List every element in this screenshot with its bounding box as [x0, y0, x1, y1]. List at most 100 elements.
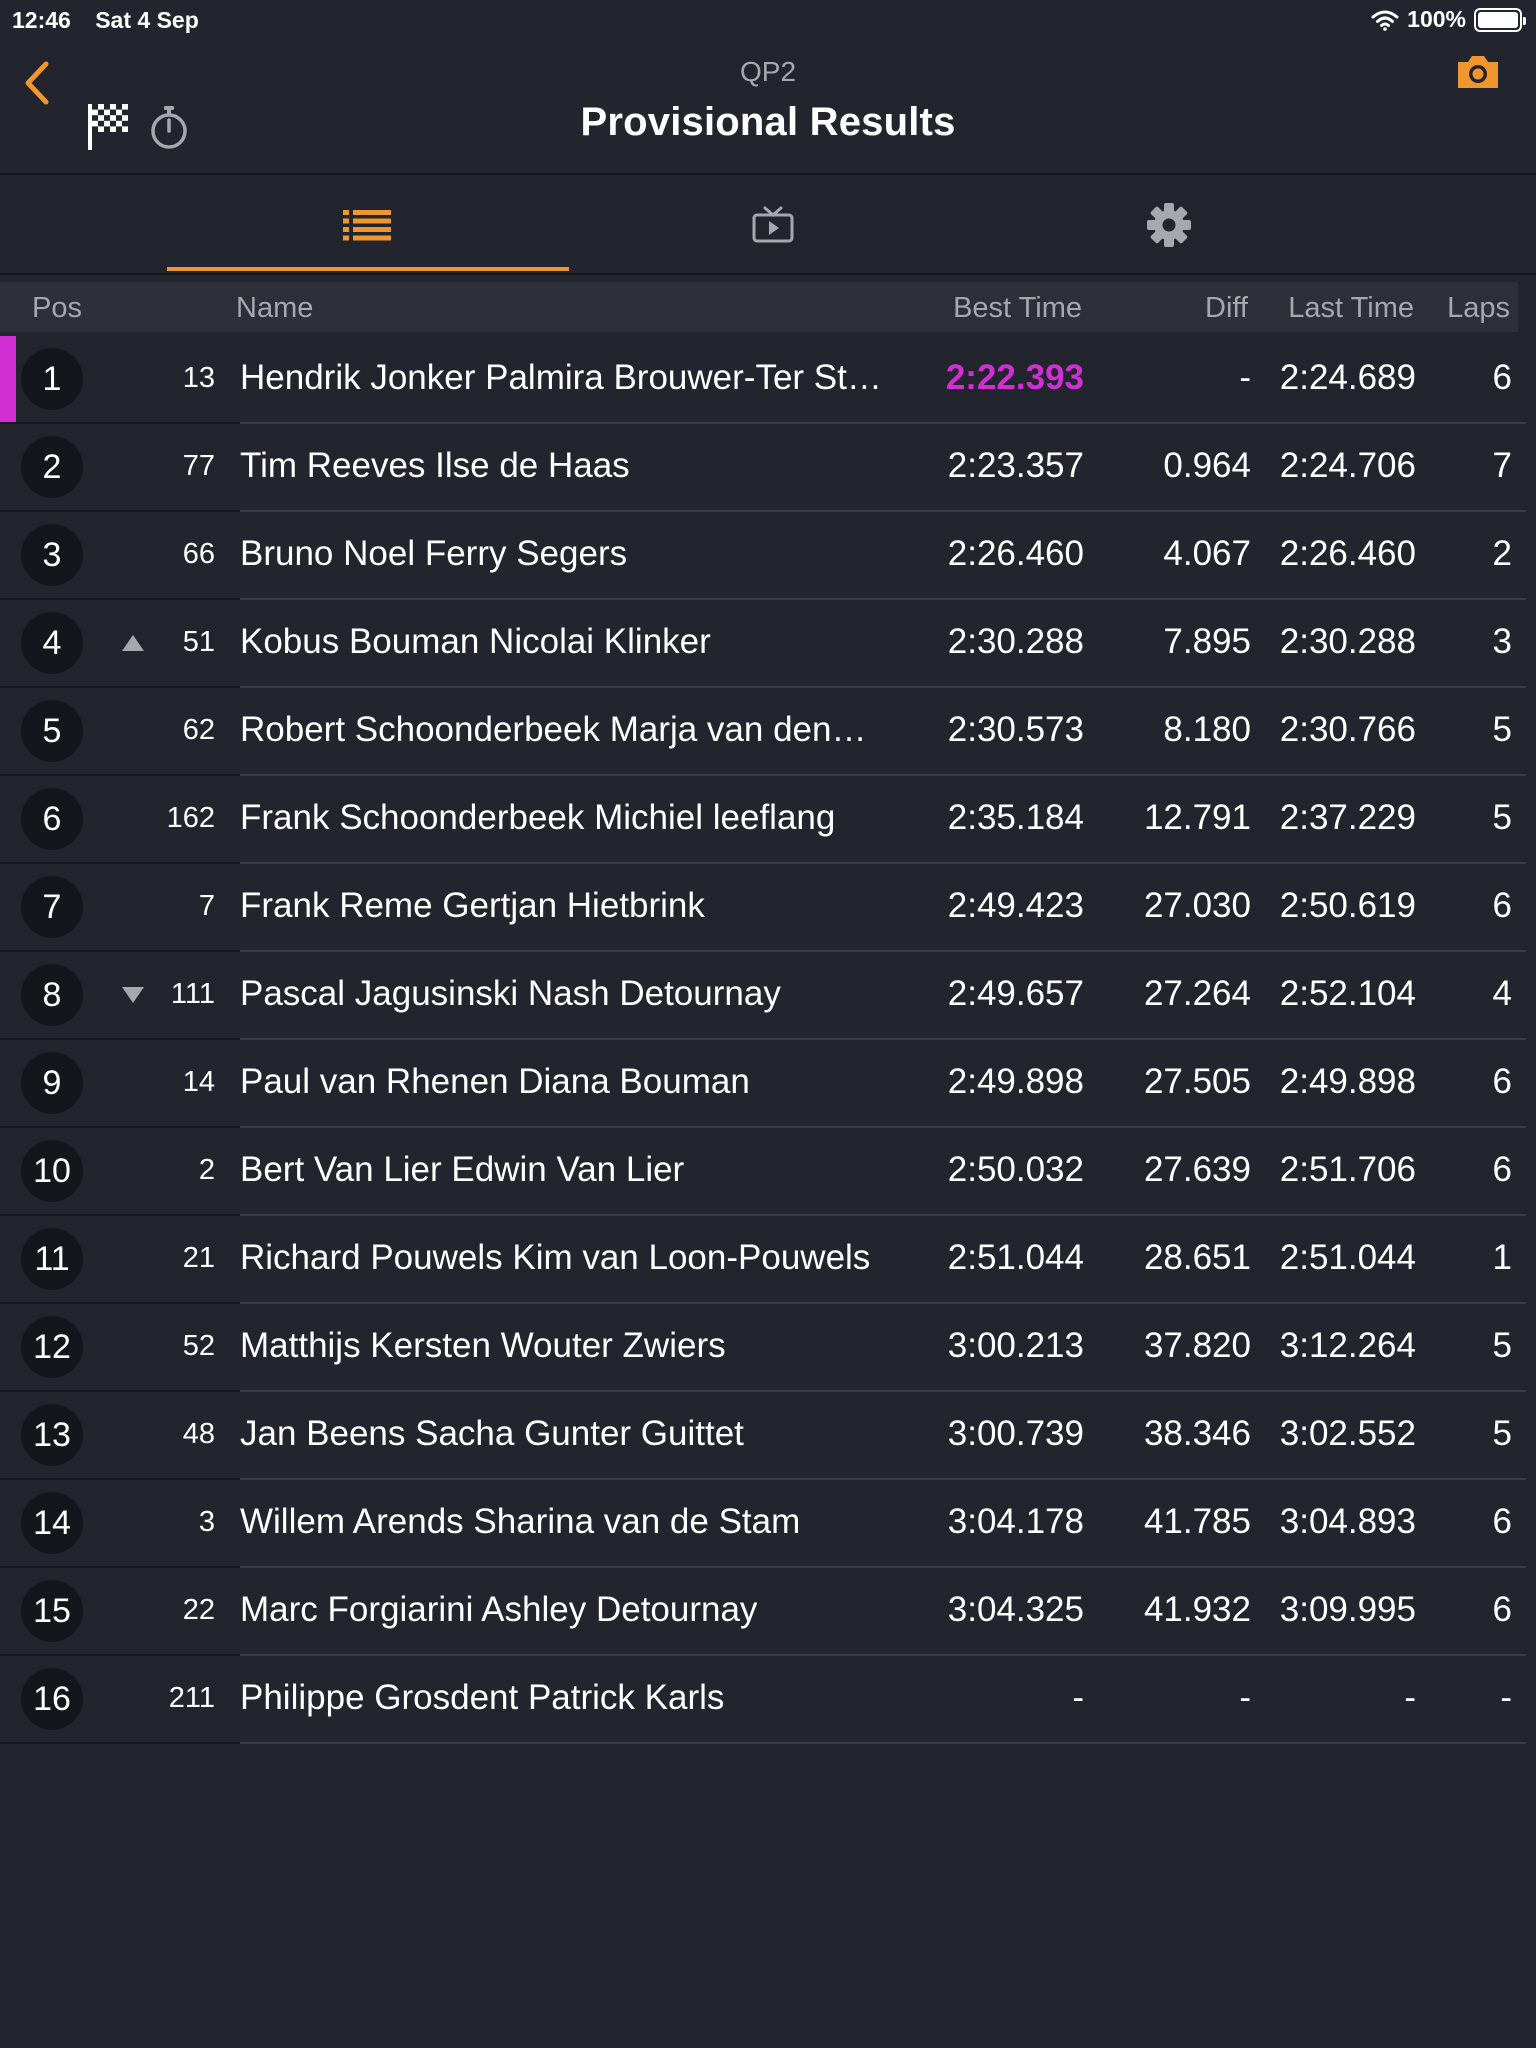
last-time: 2:37.229 [1279, 798, 1416, 837]
session-subtitle: QP2 [739, 56, 797, 87]
last-time: 2:24.689 [1279, 358, 1416, 397]
time-diff: - [1239, 358, 1251, 397]
status-left: 12:46 Sat 4 Sep [12, 7, 217, 34]
car-number: 2 [198, 1154, 215, 1186]
driver-names: Matthijs Kersten Wouter Zwiers [240, 1326, 726, 1365]
camera-icon[interactable] [1454, 52, 1502, 92]
page-title: Provisional Results [580, 100, 956, 144]
result-row[interactable]: 15 22 Marc Forgiarini Ashley Detournay 3:04… [0, 1568, 1536, 1656]
result-row[interactable]: 13 48 Jan Beens Sacha Gunter Guittet 3:00.7… [0, 1392, 1536, 1480]
driver-names: Hendrik Jonker Palmira Brouwer-Ter St… [240, 358, 882, 397]
position-badge: 7 [21, 876, 83, 938]
best-time: 2:26.460 [947, 534, 1084, 573]
result-row[interactable]: 6 162 Frank Schoonderbeek Michiel leeflang… [0, 776, 1536, 864]
column-header-last-time[interactable]: Last Time [1288, 292, 1414, 325]
tab-settings[interactable] [968, 177, 1370, 273]
tv-play-icon [752, 206, 794, 243]
result-row[interactable]: 2 77 Tim Reeves Ilse de Haas 2:23.357 0.964 2… [0, 424, 1536, 512]
result-row[interactable]: 14 3 Willem Arends Sharina van de Stam 3:04… [0, 1480, 1536, 1568]
tab-results-list[interactable] [167, 177, 569, 273]
lap-count: 5 [1492, 1414, 1512, 1453]
column-header-laps[interactable]: Laps [1447, 292, 1510, 325]
lap-count: 3 [1492, 622, 1512, 661]
car-number: 22 [182, 1594, 215, 1626]
table-header: Pos Name Best Time Diff Last Time Laps [0, 282, 1518, 332]
time-diff: 38.346 [1143, 1414, 1251, 1453]
result-row[interactable]: 9 14 Paul van Rhenen Diana Bouman 2:49.898 2… [0, 1040, 1536, 1128]
column-header-best-time[interactable]: Best Time [953, 292, 1082, 325]
position-badge: 11 [21, 1228, 83, 1290]
result-row[interactable]: 8 111 Pascal Jagusinski Nash Detournay 2:49… [0, 952, 1536, 1040]
last-time: 3:09.995 [1279, 1590, 1416, 1629]
car-number: 66 [182, 538, 215, 570]
car-number: 51 [182, 626, 215, 658]
column-header-name[interactable]: Name [236, 292, 313, 325]
best-time: 3:04.325 [947, 1590, 1084, 1629]
tab-bar [0, 177, 1536, 275]
car-number: 21 [182, 1242, 215, 1274]
battery-percent: 100% [1407, 6, 1466, 32]
driver-names: Paul van Rhenen Diana Bouman [240, 1062, 750, 1101]
last-time: 3:04.893 [1279, 1502, 1416, 1541]
last-time: 2:51.044 [1279, 1238, 1416, 1277]
best-time: 2:35.184 [947, 798, 1084, 837]
time-diff: 12.791 [1143, 798, 1251, 837]
column-header-diff[interactable]: Diff [1205, 292, 1248, 325]
position-up-icon [122, 635, 144, 651]
result-row[interactable]: 7 7 Frank Reme Gertjan Hietbrink 2:49.423 27… [0, 864, 1536, 952]
time-diff: 27.505 [1143, 1062, 1251, 1101]
status-date: Sat 4 Sep [95, 7, 199, 33]
driver-names: Tim Reeves Ilse de Haas [240, 446, 630, 485]
results-list: 1 1 3 Hendrik Jonker Palmira Brouwer-Ter St… [0, 336, 1536, 1744]
result-row[interactable]: 10 2 Bert Van Lier Edwin Van Lier 2:50.032 2… [0, 1128, 1536, 1216]
position-badge: 6 [21, 788, 83, 850]
result-row[interactable]: 16 211 Philippe Grosdent Patrick Karls - - - - [0, 1656, 1536, 1744]
column-header-pos[interactable]: Pos [32, 292, 82, 325]
time-diff: 41.785 [1143, 1502, 1251, 1541]
position-badge: 12 [21, 1316, 83, 1378]
lap-count: 2 [1492, 534, 1512, 573]
car-number: 111 [170, 978, 215, 1010]
driver-names: Bruno Noel Ferry Segers [240, 534, 628, 573]
car-number: 3 [198, 1506, 215, 1538]
nav-bar: QP2 Provisional Results [0, 40, 1536, 175]
position-badge: 14 [21, 1492, 83, 1554]
list-icon [343, 210, 391, 241]
lap-count: 6 [1492, 886, 1512, 925]
best-time: 3:00.739 [947, 1414, 1084, 1453]
result-row[interactable]: 5 62 Robert Schoonderbeek Marja van den… 2:… [0, 688, 1536, 776]
lap-count: 5 [1492, 798, 1512, 837]
result-row[interactable]: 3 66 Bruno Noel Ferry Segers 2:26.460 4.067 2… [0, 512, 1536, 600]
last-time: - [1404, 1678, 1416, 1717]
best-time: 2:49.898 [947, 1062, 1084, 1101]
best-time: 3:04.178 [947, 1502, 1084, 1541]
result-row[interactable]: 11 21 Richard Pouwels Kim van Loon-Pouwels… [0, 1216, 1536, 1304]
driver-names: Robert Schoonderbeek Marja van den… [240, 710, 867, 749]
tab-video[interactable] [572, 177, 974, 273]
driver-names: Bert Van Lier Edwin Van Lier [240, 1150, 685, 1189]
result-row[interactable]: 1 13 Hendrik Jonker Palmira Brouwer-Ter St… [0, 336, 1536, 424]
best-time: 3:00.213 [947, 1326, 1084, 1365]
position-badge: 13 [21, 1404, 83, 1466]
last-time: 2:50.619 [1279, 886, 1416, 925]
best-time: 2:49.423 [947, 886, 1084, 925]
best-time: 2:49.657 [947, 974, 1084, 1013]
lap-count: 6 [1492, 358, 1512, 397]
car-number: 48 [182, 1418, 215, 1450]
best-time: 2:22.393 [945, 358, 1084, 397]
position-badge: 2 [21, 436, 83, 498]
driver-names: Marc Forgiarini Ashley Detournay [240, 1590, 758, 1629]
position-badge: 8 [21, 964, 83, 1026]
car-number: 52 [182, 1330, 215, 1362]
lap-count: 6 [1492, 1502, 1512, 1541]
time-diff: 4.067 [1163, 534, 1251, 573]
result-row[interactable]: 4 51 Kobus Bouman Nicolai Klinker 2:30.288 7… [0, 600, 1536, 688]
result-row[interactable]: 12 52 Matthijs Kersten Wouter Zwiers 3:00.2… [0, 1304, 1536, 1392]
status-right: 100% [1371, 6, 1526, 33]
status-time: 12:46 [12, 7, 71, 33]
driver-names: Willem Arends Sharina van de Stam [240, 1502, 801, 1541]
position-down-icon [122, 987, 144, 1003]
best-time: - [1072, 1678, 1084, 1717]
position-badge: 9 [21, 1052, 83, 1114]
car-number: 7 [198, 890, 215, 922]
